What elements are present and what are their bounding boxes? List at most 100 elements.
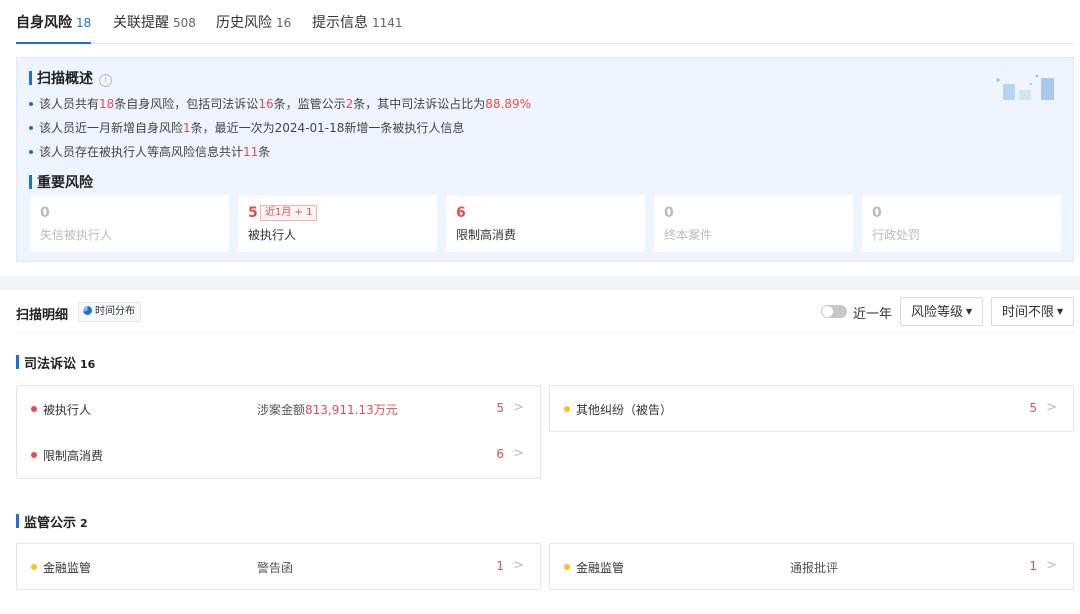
- risk-card-dishonest-debtor[interactable]: 0 失信被执行人: [30, 195, 229, 252]
- item-name: 金融监管: [576, 561, 625, 575]
- card-value: 0: [664, 205, 674, 221]
- info-icon[interactable]: i: [99, 74, 112, 87]
- tab-label: 历史风险: [216, 15, 272, 31]
- recent-year-toggle[interactable]: [821, 305, 847, 318]
- risk-item-row[interactable]: 限制高消费 6 >: [17, 432, 540, 478]
- group-count: 2: [80, 517, 88, 530]
- value: 11: [243, 145, 259, 159]
- item-count: 6: [496, 447, 504, 461]
- card-label: 失信被执行人: [40, 228, 113, 242]
- value: 16: [258, 97, 274, 111]
- group-title-text: 司法诉讼: [24, 357, 77, 372]
- chevron-right-icon: >: [513, 400, 524, 415]
- tab-self-risk[interactable]: 自身风险 18: [16, 12, 92, 44]
- tab-count: 18: [76, 16, 92, 30]
- item-name: 其他纠纷（被告）: [576, 403, 673, 417]
- risk-item-row[interactable]: 被执行人 涉案金额813,911.13万元 5 >: [17, 386, 540, 432]
- group-title-judicial: 司法诉讼 16: [16, 353, 95, 372]
- risk-card-executed-person[interactable]: 5 近1月 + 1 被执行人: [238, 195, 437, 252]
- item-name: 被执行人: [43, 403, 92, 417]
- time-distribution-label: 时间分布: [95, 306, 135, 317]
- risk-item-row[interactable]: 金融监管 通报批评 1 >: [550, 544, 1073, 590]
- pie-chart-icon: [83, 306, 92, 315]
- risk-dot: [31, 452, 37, 458]
- item-detail: 通报批评: [790, 561, 839, 575]
- recent-year-label: 近一年: [853, 307, 893, 322]
- item-detail-label: 涉案金额: [257, 403, 306, 417]
- tab-count: 508: [173, 16, 196, 30]
- item-name: 限制高消费: [43, 449, 104, 463]
- regulatory-box-right: 金融监管 通报批评 1 >: [549, 543, 1074, 590]
- judicial-box-left: 被执行人 涉案金额813,911.13万元 5 > 限制高消费 6 >: [16, 385, 541, 479]
- overview-line-3: 该人员存在被执行人等高风险信息共计11条: [29, 143, 270, 160]
- risk-item-row[interactable]: 其他纠纷（被告） 5 >: [550, 386, 1073, 432]
- chevron-right-icon: >: [513, 558, 524, 573]
- tab-count: 1141: [372, 16, 403, 30]
- chevron-right-icon: >: [1046, 558, 1057, 573]
- card-value: 5: [248, 205, 258, 221]
- risk-tabs: 自身风险 18 关联提醒 508 历史风险 16 提示信息 1141: [16, 0, 1074, 44]
- risk-card-terminated-case[interactable]: 0 终本案件: [654, 195, 853, 252]
- tab-label: 提示信息: [312, 15, 368, 31]
- item-count: 1: [1029, 559, 1037, 573]
- overview-line-1: 该人员共有18条自身风险，包括司法诉讼16条，监管公示2条，其中司法诉讼占比为8…: [29, 95, 531, 112]
- card-label: 被执行人: [248, 228, 297, 242]
- item-count: 1: [496, 559, 504, 573]
- group-title-regulatory: 监管公示 2: [16, 512, 88, 531]
- item-amount: 813,911.13万元: [305, 403, 398, 417]
- text: 条，最近一次为2024-01-18新增一条被执行人信息: [190, 121, 465, 135]
- text: 条自身风险，包括司法诉讼: [114, 97, 259, 111]
- judicial-box-right: 其他纠纷（被告） 5 >: [549, 385, 1074, 432]
- risk-level-dropdown[interactable]: 风险等级 ▼: [900, 297, 984, 326]
- overview-title-text: 扫描概述: [37, 71, 93, 87]
- risk-item-row[interactable]: 金融监管 警告函 1 >: [17, 544, 540, 590]
- bullet-dot: [29, 150, 33, 154]
- risk-card-admin-penalty[interactable]: 0 行政处罚: [862, 195, 1061, 252]
- text: 该人员共有: [39, 97, 100, 111]
- tab-history-risk[interactable]: 历史风险 16: [216, 12, 291, 44]
- tab-hint-info[interactable]: 提示信息 1141: [312, 12, 403, 44]
- regulatory-box-left: 金融监管 警告函 1 >: [16, 543, 541, 590]
- bullet-dot: [29, 126, 33, 130]
- tab-related-alerts[interactable]: 关联提醒 508: [113, 12, 196, 44]
- tab-count: 16: [276, 16, 292, 30]
- item-detail: 警告函: [257, 561, 294, 575]
- overview-line-2: 该人员近一月新增自身风险1条，最近一次为2024-01-18新增一条被执行人信息: [29, 119, 464, 136]
- scan-overview: 扫描概述 i 该人员共有18条自身风险，包括司法诉讼16条，监管公示2条，其中司法…: [16, 57, 1074, 262]
- detail-header: 扫描明细 时间分布 近一年 风险等级 ▼ 时间不限 ▼: [16, 290, 1075, 333]
- chevron-right-icon: >: [513, 446, 524, 461]
- card-label: 行政处罚: [872, 228, 921, 242]
- text: 条: [258, 145, 271, 159]
- value: 1: [183, 121, 191, 135]
- time-distribution-button[interactable]: 时间分布: [78, 302, 141, 322]
- cube-illustration-icon: [996, 74, 1054, 100]
- caret-down-icon: ▼: [966, 307, 973, 316]
- item-count: 5: [1029, 401, 1037, 415]
- risk-dot: [31, 564, 37, 570]
- dropdown-label: 风险等级: [911, 305, 964, 320]
- group-title-text: 监管公示: [24, 516, 77, 531]
- text: 条，其中司法诉讼占比为: [353, 97, 486, 111]
- item-detail: 涉案金额813,911.13万元: [257, 401, 398, 418]
- text: 该人员近一月新增自身风险: [39, 121, 184, 135]
- card-value: 6: [456, 205, 466, 221]
- recent-badge: 近1月 + 1: [260, 205, 318, 221]
- toggle-knob: [822, 306, 833, 317]
- bullet-dot: [29, 102, 33, 106]
- risk-dot: [564, 406, 570, 412]
- chevron-right-icon: >: [1046, 400, 1057, 415]
- detail-title: 扫描明细: [16, 308, 69, 323]
- tab-label: 自身风险: [16, 15, 72, 31]
- top-panel: 自身风险 18 关联提醒 508 历史风险 16 提示信息 1141 扫描概述 i 该人员…: [0, 0, 1080, 276]
- overview-title: 扫描概述 i: [29, 68, 112, 88]
- value: 88.89%: [485, 97, 532, 111]
- risk-card-high-consumption-limit[interactable]: 6 限制高消费: [446, 195, 645, 252]
- card-value: 0: [872, 205, 882, 221]
- time-range-dropdown[interactable]: 时间不限 ▼: [991, 297, 1075, 326]
- text: 条，监管公示: [273, 97, 346, 111]
- important-risk-title: 重要风险: [29, 172, 93, 192]
- card-value: 0: [40, 205, 50, 221]
- card-label: 限制高消费: [456, 228, 517, 242]
- risk-dot: [564, 564, 570, 570]
- item-name: 金融监管: [43, 561, 92, 575]
